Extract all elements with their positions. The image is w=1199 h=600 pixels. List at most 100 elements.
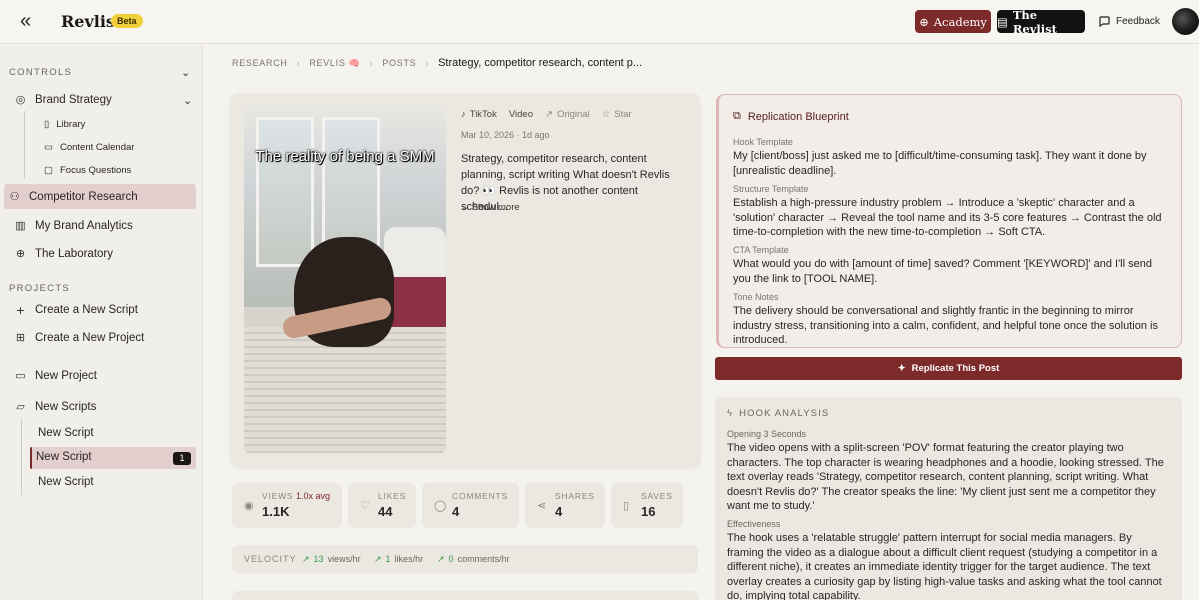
academy-label: Academy xyxy=(933,14,987,29)
opening-section: Opening 3 Seconds The video opens with a… xyxy=(727,429,1167,514)
create-project-button[interactable]: ⊞ Create a New Project xyxy=(14,331,144,345)
script-item[interactable]: New Script xyxy=(38,427,94,439)
effectiveness-label: Effectiveness xyxy=(727,519,781,529)
post-meta: ♪ TikTok Video ↗ Original ☆ Star xyxy=(461,109,632,120)
hook-template: Hook Template My [client/boss] just aske… xyxy=(733,137,1169,178)
star-label: Star xyxy=(614,109,632,120)
show-more-button[interactable]: ⌄ Show more xyxy=(461,202,520,213)
replicate-post-button[interactable]: ✦ Replicate This Post xyxy=(715,357,1182,380)
sidebar-item-label: Library xyxy=(56,119,86,130)
post-date: Mar 10, 2026 · 1d ago xyxy=(461,130,550,140)
views-label: VIEWS xyxy=(262,491,294,501)
script-item[interactable]: New Script xyxy=(38,476,94,488)
breadcrumb-revlis[interactable]: REVLIS 🧠 xyxy=(309,58,360,69)
script-item-active[interactable]: New Script xyxy=(36,451,92,463)
create-script-button[interactable]: + Create a New Script xyxy=(14,301,138,318)
original-link[interactable]: ↗ Original xyxy=(545,109,590,120)
share-icon: ⋖ xyxy=(537,500,547,512)
sidebar-item-label: Competitor Research xyxy=(29,190,138,203)
effectiveness-text: The hook uses a 'relatable struggle' pat… xyxy=(727,532,1162,600)
velocity-bar: VELOCITY ↗ 13 views/hr ↗ 1 likes/hr ↗ 0 … xyxy=(232,545,698,573)
revlist-button[interactable]: ▤ The Revlist xyxy=(997,7,1085,36)
blueprint-title: Replication Blueprint xyxy=(747,110,849,123)
external-link-icon: ↗ xyxy=(545,109,553,120)
structure-template: Structure Template Establish a high-pres… xyxy=(733,184,1169,240)
script-item-label: New Script xyxy=(38,476,94,488)
breadcrumb-current: Strategy, competitor research, content p… xyxy=(438,57,643,69)
target-icon: ◎ xyxy=(15,94,26,106)
sidebar-item-label: New Project xyxy=(35,369,97,382)
sidebar-item-new-scripts[interactable]: ▱ New Scripts xyxy=(14,400,96,414)
replication-blueprint: ⧉ Replication Blueprint Hook Template My… xyxy=(716,94,1182,348)
hook-analysis-title: HOOK ANALYSIS xyxy=(739,408,830,419)
saves-stat: ▯ SAVES 16 xyxy=(611,483,683,528)
brand-name[interactable]: Revlis xyxy=(61,12,115,31)
next-card xyxy=(232,591,698,600)
platform-label: TikTok xyxy=(469,109,497,120)
star-button[interactable]: ☆ Star xyxy=(602,109,632,120)
sidebar-item-library[interactable]: ▯ Library xyxy=(44,119,85,130)
tiktok-icon: ♪ xyxy=(461,109,466,120)
breadcrumb-research[interactable]: RESEARCH xyxy=(232,58,288,68)
top-bar: « Revlis Beta ⊕ Academy ▤ The Revlist Fe… xyxy=(0,0,1199,44)
sidebar-item-label: Brand Strategy xyxy=(35,93,112,106)
user-avatar[interactable] xyxy=(1172,8,1199,35)
sidebar-item-focus-questions[interactable]: ▢ Focus Questions xyxy=(44,165,131,176)
thumbnail-pane xyxy=(256,117,314,267)
tone-notes-label: Tone Notes xyxy=(733,292,779,302)
lightning-icon: ϟ xyxy=(727,408,734,419)
beta-badge: Beta xyxy=(111,14,143,28)
original-label: Original xyxy=(556,109,590,120)
heart-icon: ♡ xyxy=(360,500,370,512)
velocity-label: VELOCITY xyxy=(244,554,297,564)
trend-up-icon: ↗ xyxy=(437,554,445,564)
comment-icon: ◯ xyxy=(434,500,447,512)
video-thumbnail[interactable]: The reality of being a SMM xyxy=(244,107,446,453)
academy-button[interactable]: ⊕ Academy xyxy=(915,10,991,33)
collapse-sidebar-icon[interactable]: « xyxy=(20,11,42,33)
eye-icon: ◉ xyxy=(244,500,254,512)
structure-template-label: Structure Template xyxy=(733,184,809,194)
folder-open-icon: ▱ xyxy=(16,401,25,413)
sidebar-item-laboratory[interactable]: ⊕ The Laboratory xyxy=(14,247,113,261)
academy-icon: ⊕ xyxy=(919,14,929,29)
chevron-down-icon[interactable]: ⌄ xyxy=(181,66,190,79)
breadcrumb: RESEARCH › REVLIS 🧠 › POSTS › Strategy, … xyxy=(232,57,642,69)
sidebar-item-label: Create a New Script xyxy=(35,303,138,316)
likes-value: 44 xyxy=(378,504,393,519)
velocity-likes: ↗ 1 likes/hr xyxy=(374,554,423,565)
velocity-likes-unit: likes/hr xyxy=(394,554,424,564)
platform-tag: ♪ TikTok xyxy=(461,109,497,120)
shares-label: SHARES xyxy=(555,491,595,501)
plus-icon: + xyxy=(16,301,25,318)
structure-template-text: Establish a high-pressure industry probl… xyxy=(733,197,1162,238)
show-more-label: Show more xyxy=(471,202,520,213)
breadcrumb-posts[interactable]: POSTS xyxy=(382,58,416,68)
script-item-label: New Script xyxy=(38,427,94,439)
feedback-button[interactable]: Feedback xyxy=(1098,15,1160,27)
trend-up-icon: ↗ xyxy=(302,554,310,564)
likes-stat: ♡ LIKES 44 xyxy=(348,483,416,528)
saves-label: SAVES xyxy=(641,491,673,501)
revlist-label: The Revlist xyxy=(1012,7,1057,36)
sidebar-item-content-calendar[interactable]: ▭ Content Calendar xyxy=(44,142,134,153)
breadcrumb-separator: › xyxy=(296,58,301,68)
tone-notes: Tone Notes The delivery should be conver… xyxy=(733,292,1169,348)
bookmark-icon: ▯ xyxy=(623,500,630,512)
type-tag: Video xyxy=(508,109,533,120)
sidebar-item-competitor-research[interactable]: ⚇ Competitor Research xyxy=(8,190,138,204)
book-open-icon: ▯ xyxy=(44,119,50,130)
script-count-badge: 1 xyxy=(173,452,191,465)
velocity-views-value: 13 xyxy=(313,554,324,564)
velocity-comments-unit: comments/hr xyxy=(457,554,510,564)
sidebar-item-brand-strategy[interactable]: ◎ Brand Strategy xyxy=(14,93,112,107)
chat-bubble-icon xyxy=(1099,16,1110,27)
blueprint-header: ⧉ Replication Blueprint xyxy=(733,110,849,123)
views-avg: 1.0x avg xyxy=(296,491,331,501)
sidebar-item-label: Focus Questions xyxy=(59,165,132,176)
opening-label: Opening 3 Seconds xyxy=(727,429,807,439)
sidebar-item-my-brand-analytics[interactable]: ▥ My Brand Analytics xyxy=(14,219,133,233)
chevron-down-icon[interactable]: ⌄ xyxy=(183,94,192,107)
sidebar-item-new-project[interactable]: ▭ New Project xyxy=(14,369,97,383)
tree-line xyxy=(24,111,25,179)
